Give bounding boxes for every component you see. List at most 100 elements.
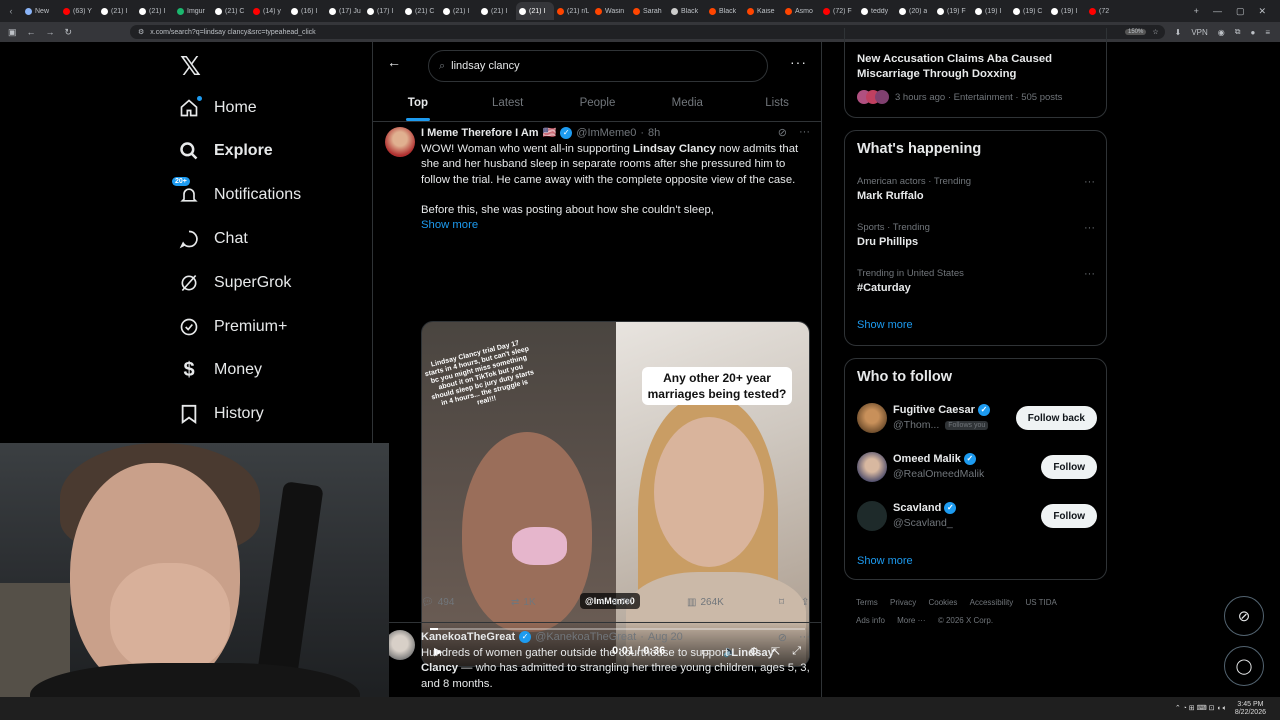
- browser-tab[interactable]: (72: [1086, 2, 1124, 20]
- footer-link[interactable]: Terms: [856, 594, 878, 612]
- show-more-link[interactable]: Show more: [421, 218, 813, 233]
- browser-tab[interactable]: (19) F: [934, 2, 972, 20]
- tweet[interactable]: KanekoaTheGreat ✓ @KanekoaTheGreat · Aug…: [373, 626, 822, 697]
- browser-tab[interactable]: (21) I: [440, 2, 478, 20]
- grok-icon[interactable]: ⊘: [778, 631, 787, 644]
- footer-link[interactable]: Cookies: [928, 594, 957, 612]
- footer-link[interactable]: Ads info: [856, 612, 885, 630]
- browser-tab[interactable]: (14) y: [250, 2, 288, 20]
- tray-icons[interactable]: ⌃ ◔ ⊞ ⌨ ⊡ ◖ 🔈︎: [1175, 704, 1227, 713]
- tab-scroll-left-icon[interactable]: ‹: [0, 6, 22, 16]
- browser-tab[interactable]: Asmo: [782, 2, 820, 20]
- sidebar-item-chat[interactable]: Chat: [178, 224, 248, 254]
- sidebar-toggle-icon[interactable]: ▣: [8, 27, 17, 38]
- browser-tab[interactable]: New: [22, 2, 60, 20]
- maximize-icon[interactable]: ▢: [1236, 6, 1245, 17]
- like-button[interactable]: ♡ 8.7K: [599, 597, 687, 608]
- browser-tab[interactable]: (19) C: [1010, 2, 1048, 20]
- share-button[interactable]: ⇪: [801, 597, 809, 608]
- browser-tab[interactable]: (17) I: [364, 2, 402, 20]
- more-options-icon[interactable]: ···: [1084, 222, 1095, 234]
- system-clock[interactable]: 3:45 PM 8/22/2026: [1235, 701, 1266, 717]
- footer-link[interactable]: Accessibility: [970, 594, 1014, 612]
- avatar[interactable]: [385, 127, 415, 157]
- vpn-badge[interactable]: VPN: [1191, 28, 1207, 37]
- follow-button[interactable]: Follow: [1041, 504, 1097, 528]
- new-tab-icon[interactable]: +: [1194, 6, 1199, 16]
- footer-link[interactable]: More ···: [897, 612, 925, 630]
- news-card[interactable]: New Accusation Claims Aba Caused Miscarr…: [844, 28, 1107, 118]
- chat-fab-button[interactable]: ◯: [1224, 646, 1264, 686]
- tab-media[interactable]: Media: [642, 90, 732, 121]
- close-window-icon[interactable]: ✕: [1258, 6, 1266, 17]
- author-handle[interactable]: @KanekoaTheGreat: [535, 631, 636, 643]
- search-input[interactable]: ⌕ lindsay clancy: [428, 50, 768, 82]
- follow-button[interactable]: Follow: [1041, 455, 1097, 479]
- browser-tab[interactable]: (63) Y: [60, 2, 98, 20]
- browser-tab[interactable]: Black: [706, 2, 744, 20]
- more-options-icon[interactable]: ···: [799, 126, 810, 139]
- grok-fab-button[interactable]: ⊘: [1224, 596, 1264, 636]
- extensions-icon[interactable]: ⧉: [1235, 27, 1241, 37]
- profile-icon[interactable]: ●: [1250, 28, 1255, 37]
- browser-tab[interactable]: (19) I: [1048, 2, 1086, 20]
- back-icon[interactable]: ←: [27, 27, 36, 38]
- trend-item[interactable]: Trending in United States #Caturday ···: [857, 268, 1095, 294]
- more-options-icon[interactable]: ···: [799, 631, 810, 644]
- footer-link[interactable]: Privacy: [890, 594, 916, 612]
- views-button[interactable]: ▥ 264K: [687, 597, 779, 608]
- tab-latest[interactable]: Latest: [463, 90, 553, 121]
- browser-tab[interactable]: (21) C: [402, 2, 440, 20]
- footer-link[interactable]: US TIDA: [1025, 594, 1056, 612]
- browser-tab[interactable]: (19) I: [972, 2, 1010, 20]
- browser-tab[interactable]: (21) C: [212, 2, 250, 20]
- browser-tab[interactable]: (16) I: [288, 2, 326, 20]
- sidebar-item-supergrok[interactable]: SuperGrok: [178, 268, 291, 298]
- sidebar-item-explore[interactable]: Explore: [178, 136, 273, 166]
- back-arrow-icon[interactable]: ←: [387, 54, 401, 70]
- browser-tab[interactable]: Wasin: [592, 2, 630, 20]
- author-handle[interactable]: @ImMeme0: [576, 127, 636, 139]
- browser-tab[interactable]: (21) I: [478, 2, 516, 20]
- bookmark-star-icon[interactable]: ☆: [1152, 28, 1158, 36]
- browser-tab[interactable]: (72) F: [820, 2, 858, 20]
- browser-tab[interactable]: teddy: [858, 2, 896, 20]
- site-info-icon[interactable]: ⚙: [138, 28, 144, 36]
- browser-tab[interactable]: (21) r/Live: [554, 2, 592, 20]
- tab-top[interactable]: Top: [373, 90, 463, 121]
- avatar[interactable]: [385, 630, 415, 660]
- bookmark-button[interactable]: ⌑: [779, 597, 801, 608]
- repost-button[interactable]: ⇄ 1K: [511, 597, 599, 608]
- browser-tab[interactable]: Kaise: [744, 2, 782, 20]
- video-player[interactable]: Lindsay Clancy trial Day 17 starts in 4 …: [421, 321, 810, 667]
- sidebar-item-history[interactable]: History: [178, 399, 264, 429]
- browser-tab[interactable]: Black: [668, 2, 706, 20]
- follow-suggestion[interactable]: Fugitive Caesar ✓ @Thom... Follows you Fol…: [857, 403, 1097, 437]
- show-more-link[interactable]: Show more: [857, 555, 913, 567]
- x-logo-icon[interactable]: 𝕏: [180, 52, 201, 82]
- browser-tab[interactable]: (17) Ju: [326, 2, 364, 20]
- forward-icon[interactable]: →: [46, 27, 55, 38]
- author-name[interactable]: KanekoaTheGreat: [421, 631, 515, 643]
- more-options-icon[interactable]: ···: [1084, 176, 1095, 188]
- download-icon[interactable]: ⬇: [1175, 28, 1182, 37]
- more-options-icon[interactable]: ···: [1084, 268, 1095, 280]
- sidebar-item-money[interactable]: $ Money: [178, 355, 262, 385]
- follow-suggestion[interactable]: Omeed Malik ✓ @RealOmeedMalik Follow: [857, 452, 1097, 486]
- minimize-icon[interactable]: —: [1213, 6, 1222, 16]
- browser-tab[interactable]: Imgur: [174, 2, 212, 20]
- avatar[interactable]: [857, 501, 887, 531]
- tab-lists[interactable]: Lists: [732, 90, 822, 121]
- follow-suggestion[interactable]: Scavland ✓ @Scavland_ Follow: [857, 501, 1097, 535]
- browser-tab[interactable]: (20) a: [896, 2, 934, 20]
- sidebar-item-notifications[interactable]: 20+ Notifications: [172, 177, 301, 210]
- avatar[interactable]: [857, 403, 887, 433]
- tab-people[interactable]: People: [553, 90, 643, 121]
- browser-tab[interactable]: (21) I: [516, 2, 554, 20]
- sidebar-item-premium[interactable]: Premium+: [178, 312, 287, 342]
- tweet-time[interactable]: 8h: [648, 127, 660, 139]
- trend-item[interactable]: American actors · Trending Mark Ruffalo …: [857, 176, 1095, 202]
- reload-icon[interactable]: ↻: [65, 27, 73, 38]
- sidebar-item-home[interactable]: Home: [178, 93, 257, 123]
- follow-back-button[interactable]: Follow back: [1015, 406, 1097, 430]
